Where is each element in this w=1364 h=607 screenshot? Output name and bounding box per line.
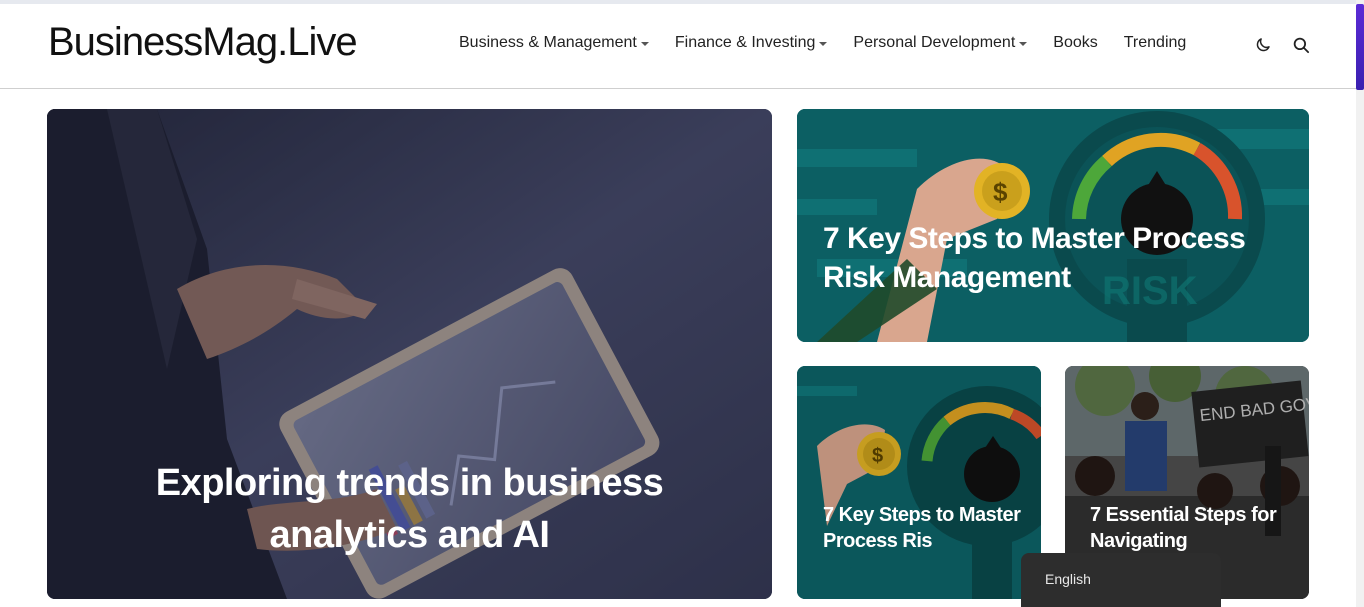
- nav-item-label: Books: [1053, 34, 1098, 51]
- nav-item-label: Finance & Investing: [674, 34, 816, 51]
- nav-item-finance-investing[interactable]: Finance & Investing: [675, 34, 828, 52]
- main-nav: Business & Management Finance & Investin…: [459, 34, 1212, 52]
- site-logo[interactable]: BusinessMag.Live: [48, 20, 358, 65]
- risk-gauge-image: $: [797, 366, 1041, 599]
- nav-item-label: Trending: [1123, 34, 1187, 51]
- featured-post-main[interactable]: Exploring trends in business analytics a…: [47, 109, 772, 599]
- featured-post-top-right[interactable]: RISK $ 7 Key Steps to Master Process Ris…: [797, 109, 1309, 342]
- header-actions: [1254, 36, 1310, 54]
- post-title[interactable]: 7 Essential Steps for Navigating: [1090, 502, 1300, 554]
- featured-post-bottom-left[interactable]: $ 7 Key Steps to Master Process Ris: [797, 366, 1041, 599]
- nav-item-books[interactable]: Books: [1053, 34, 1097, 52]
- page-scrollbar[interactable]: [1356, 0, 1364, 607]
- chevron-down-icon: [819, 41, 828, 46]
- search-icon[interactable]: [1292, 36, 1310, 54]
- nav-item-label: Business & Management: [459, 34, 637, 51]
- chevron-down-icon: [640, 41, 649, 46]
- post-title[interactable]: 7 Key Steps to Master Process Risk Manag…: [823, 219, 1263, 297]
- site-header: BusinessMag.Live Business & Management F…: [0, 4, 1356, 89]
- moon-icon[interactable]: [1254, 36, 1272, 54]
- scrollbar-thumb[interactable]: [1356, 4, 1364, 90]
- post-title[interactable]: Exploring trends in business analytics a…: [107, 457, 712, 561]
- nav-item-business-management[interactable]: Business & Management: [459, 34, 649, 52]
- coin-dollar-symbol: $: [993, 177, 1008, 207]
- post-title[interactable]: 7 Key Steps to Master Process Ris: [823, 502, 1023, 554]
- nav-item-label: Personal Development: [853, 34, 1016, 51]
- language-label: English: [1045, 571, 1091, 587]
- language-switcher[interactable]: English: [1021, 553, 1221, 607]
- nav-item-personal-development[interactable]: Personal Development: [853, 34, 1028, 52]
- nav-item-trending[interactable]: Trending: [1124, 34, 1187, 52]
- chevron-down-icon: [1019, 41, 1028, 46]
